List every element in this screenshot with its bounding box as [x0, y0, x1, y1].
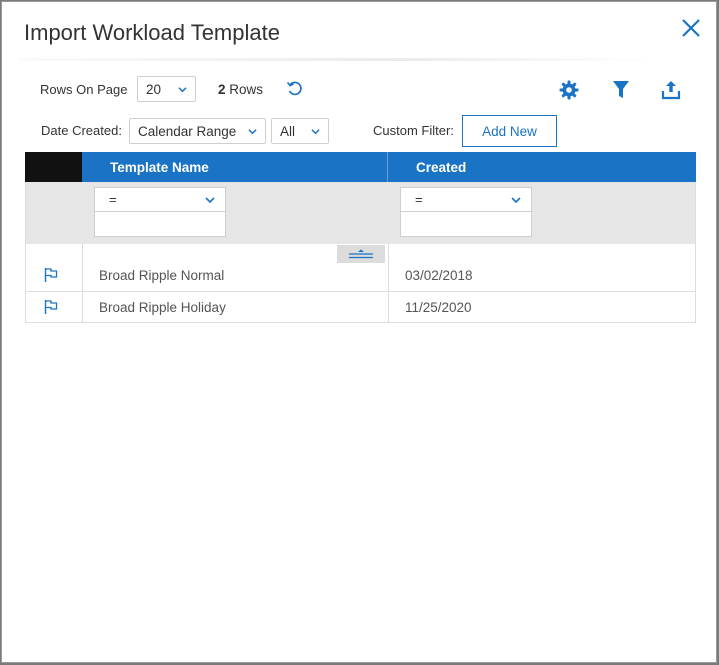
refresh-icon[interactable]	[286, 80, 304, 98]
row-count-label: Rows	[229, 82, 264, 97]
rows-on-page-label: Rows On Page	[40, 82, 128, 97]
collapse-icon	[349, 249, 373, 259]
date-range-value: Calendar Range	[138, 123, 237, 139]
date-scope-select[interactable]: All	[271, 118, 329, 144]
row-flag[interactable]	[26, 292, 83, 322]
template-name-filter-input[interactable]	[95, 212, 225, 236]
created-filter-input[interactable]	[401, 212, 531, 236]
collapse-filter-button[interactable]	[337, 245, 385, 263]
template-grid: Template Name Created = = Broad Ripple N…	[25, 152, 696, 323]
chevron-down-icon	[178, 86, 187, 92]
flag-column-header	[25, 152, 82, 182]
created-filter-operator[interactable]: =	[401, 188, 531, 212]
date-created-label: Date Created:	[41, 123, 122, 138]
grid-header: Template Name Created	[25, 152, 696, 182]
export-icon[interactable]	[660, 79, 682, 101]
date-scope-value: All	[280, 123, 296, 139]
template-name-filter: =	[94, 187, 226, 237]
created-cell: 03/02/2018	[405, 268, 473, 283]
title-divider	[18, 58, 658, 61]
created-cell: 11/25/2020	[405, 299, 472, 315]
custom-filter-label: Custom Filter:	[373, 123, 454, 138]
chevron-down-icon	[511, 196, 521, 203]
row-flag[interactable]	[26, 244, 83, 291]
row-count: 2 Rows	[218, 82, 263, 97]
date-range-select[interactable]: Calendar Range	[129, 118, 266, 144]
table-row[interactable]: Broad Ripple Normal 03/02/2018	[25, 244, 696, 292]
dialog-title: Import Workload Template	[24, 20, 280, 45]
column-header-template-name[interactable]: Template Name	[82, 152, 388, 182]
filter-icon[interactable]	[610, 79, 632, 101]
flag-icon	[44, 300, 58, 314]
import-workload-template-dialog: Import Workload Template Rows On Page 20…	[1, 1, 717, 663]
chevron-down-icon	[205, 196, 215, 203]
flag-icon	[44, 268, 58, 282]
chevron-down-icon	[248, 128, 257, 134]
add-new-button[interactable]: Add New	[462, 115, 557, 147]
rows-on-page-select[interactable]: 20	[137, 76, 196, 102]
column-header-created[interactable]: Created	[388, 152, 696, 182]
template-name-cell: Broad Ripple Holiday	[83, 292, 389, 322]
rows-on-page-value: 20	[146, 81, 162, 97]
template-name-filter-operator[interactable]: =	[95, 188, 225, 212]
chevron-down-icon	[311, 128, 320, 134]
row-count-number: 2	[218, 82, 226, 97]
table-row[interactable]: Broad Ripple Holiday 11/25/2020	[25, 292, 696, 323]
grid-filter-row: = =	[25, 182, 696, 244]
gear-icon[interactable]	[558, 79, 580, 101]
operator-value: =	[109, 192, 117, 207]
close-icon[interactable]	[679, 16, 703, 40]
operator-value: =	[415, 192, 423, 207]
created-filter: =	[400, 187, 532, 237]
